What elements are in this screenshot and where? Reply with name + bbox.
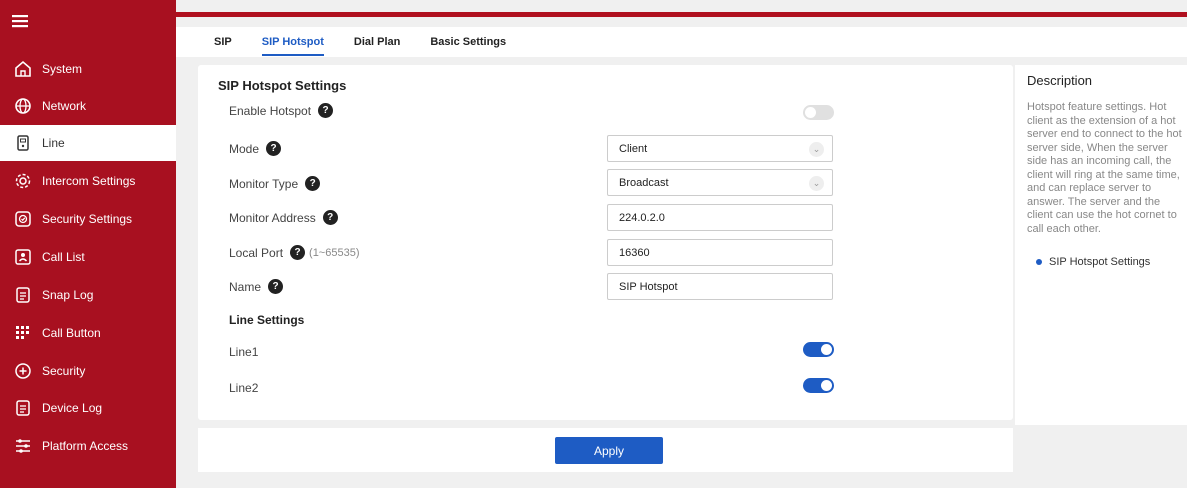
description-panel: Description Hotspot feature settings. Ho… [1015, 65, 1187, 425]
sidebar-item-network[interactable]: Network [0, 88, 176, 124]
enable-hotspot-label: Enable Hotspot [229, 103, 312, 118]
contact-list-icon [15, 249, 31, 265]
enable-hotspot-row: Enable Hotspot ? [229, 103, 334, 118]
sidebar-item-label: Network [42, 99, 87, 113]
security-plus-icon [15, 363, 31, 379]
help-icon[interactable]: ? [290, 245, 306, 260]
sidebar-item-label: Call Button [42, 326, 101, 340]
anchor-link-sip-hotspot-settings[interactable]: SIP Hotspot Settings [1027, 256, 1187, 268]
sidebar-item-security[interactable]: Security [0, 353, 176, 389]
help-icon[interactable]: ? [266, 141, 282, 156]
anchor-link-label: SIP Hotspot Settings [1049, 256, 1151, 268]
line1-toggle[interactable] [803, 342, 834, 357]
document-icon [16, 287, 30, 303]
sidebar-item-security-settings[interactable]: Security Settings [0, 201, 176, 237]
chevron-down-icon: ⌄ [809, 176, 824, 191]
menu-toggle[interactable] [0, 0, 176, 42]
sidebar-item-intercom-settings[interactable]: Intercom Settings [0, 163, 176, 199]
sidebar-item-label: Platform Access [42, 439, 129, 453]
enable-hotspot-toggle[interactable] [803, 105, 834, 120]
sidebar-item-line[interactable]: Line [0, 125, 176, 161]
local-port-range: (1~65535) [309, 246, 360, 259]
toggle-knob [821, 344, 832, 355]
monitor-address-value: 224.0.2.0 [619, 211, 665, 224]
name-input[interactable]: SIP Hotspot [607, 273, 833, 300]
mode-row: Mode ? [229, 141, 282, 156]
line1-row: Line1 [229, 345, 258, 359]
toggle-knob [821, 380, 832, 391]
apply-bar: Apply [198, 428, 1013, 472]
home-icon [15, 60, 31, 77]
help-icon[interactable]: ? [318, 103, 334, 118]
help-icon[interactable]: ? [322, 210, 338, 225]
help-icon[interactable]: ? [268, 279, 284, 294]
sidebar-item-label: Call List [42, 250, 85, 264]
top-accent-bar [176, 12, 1187, 17]
line2-label: Line2 [229, 381, 259, 395]
toggle-knob [805, 107, 816, 118]
mode-label: Mode [229, 141, 260, 156]
chevron-down-icon: ⌄ [809, 142, 824, 157]
sidebar-item-label: Intercom Settings [42, 174, 136, 188]
sidebar-item-snap-log[interactable]: Snap Log [0, 277, 176, 313]
monitor-type-row: Monitor Type ? [229, 176, 321, 191]
hamburger-menu-icon[interactable] [12, 14, 28, 28]
tab-sip[interactable]: SIP [214, 27, 232, 57]
sidebar: System Network Line Intercom Settings Se… [0, 0, 176, 488]
sidebar-item-call-button[interactable]: Call Button [0, 315, 176, 351]
sidebar-item-label: Security [42, 364, 86, 378]
local-port-row: Local Port ? (1~65535) [229, 245, 360, 260]
sidebar-item-label: Security Settings [42, 212, 133, 226]
tab-bar: SIP SIP Hotspot Dial Plan Basic Settings [176, 27, 1187, 57]
mode-value: Client [619, 142, 648, 155]
tab-sip-hotspot[interactable]: SIP Hotspot [261, 27, 325, 57]
phone-icon [17, 135, 29, 151]
local-port-input[interactable]: 16360 [607, 239, 833, 266]
sidebar-item-label: Device Log [42, 401, 103, 415]
monitor-type-label: Monitor Type [229, 176, 299, 191]
name-value: SIP Hotspot [619, 280, 678, 293]
mode-select[interactable]: Client ⌄ [607, 135, 833, 162]
monitor-type-value: Broadcast [619, 176, 669, 189]
sidebar-item-platform-access[interactable]: Platform Access [0, 428, 176, 464]
tab-basic-settings[interactable]: Basic Settings [430, 27, 506, 57]
local-port-label: Local Port [229, 245, 284, 260]
monitor-address-input[interactable]: 224.0.2.0 [607, 204, 833, 231]
name-label: Name [229, 279, 262, 294]
sidebar-item-device-log[interactable]: Device Log [0, 390, 176, 426]
bullet-dot-icon [1036, 259, 1042, 265]
apply-button[interactable]: Apply [555, 437, 663, 464]
sidebar-item-label: System [42, 62, 83, 76]
monitor-type-select[interactable]: Broadcast ⌄ [607, 169, 833, 196]
tab-dial-plan[interactable]: Dial Plan [354, 27, 400, 57]
gear-icon [15, 173, 31, 189]
local-port-value: 16360 [619, 246, 650, 259]
monitor-address-label: Monitor Address [229, 210, 316, 225]
shield-icon [15, 211, 31, 227]
globe-icon [15, 98, 31, 114]
line2-toggle[interactable] [803, 378, 834, 393]
sidebar-item-system[interactable]: System [0, 51, 176, 87]
name-row: Name ? [229, 279, 284, 294]
help-icon[interactable]: ? [305, 176, 321, 191]
monitor-address-row: Monitor Address ? [229, 210, 338, 225]
keypad-icon [16, 326, 29, 339]
section-title-sip-hotspot: SIP Hotspot Settings [218, 78, 347, 93]
settings-panel: SIP Hotspot Settings Enable Hotspot ? Mo… [198, 65, 1013, 420]
log-icon [16, 400, 30, 416]
description-title: Description [1027, 73, 1093, 88]
sidebar-item-label: Snap Log [42, 288, 94, 302]
sidebar-item-call-list[interactable]: Call List [0, 239, 176, 275]
section-title-line-settings: Line Settings [229, 313, 305, 327]
line1-label: Line1 [229, 345, 259, 359]
sliders-icon [16, 439, 30, 453]
description-body: Hotspot feature settings. Hot client as … [1027, 101, 1182, 235]
line2-row: Line2 [229, 381, 258, 395]
sidebar-item-label: Line [42, 136, 65, 150]
